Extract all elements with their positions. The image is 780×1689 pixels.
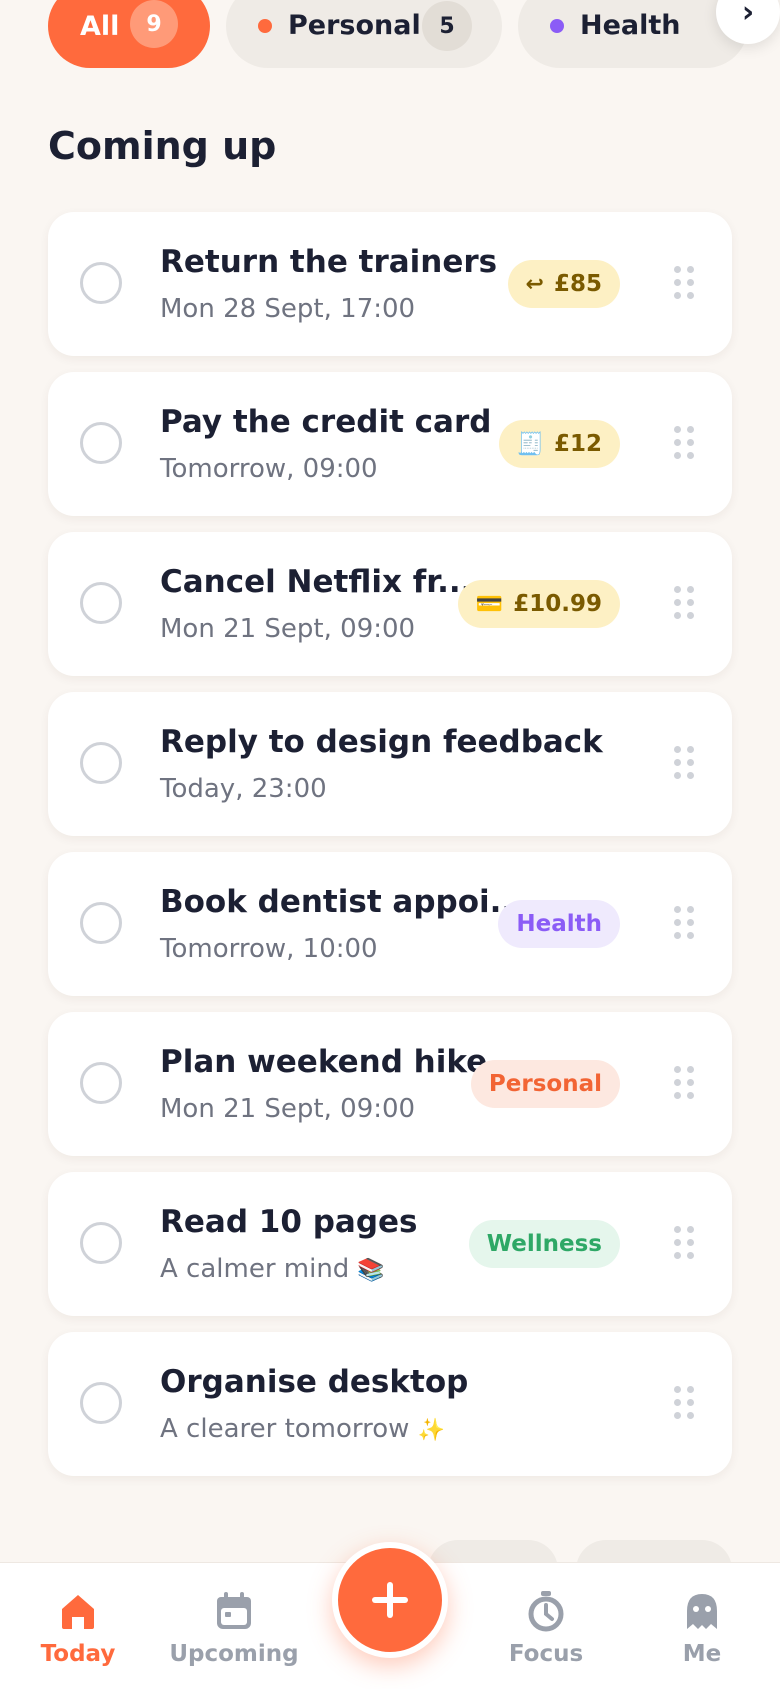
task-subtitle-text: A calmer mind [160,1254,350,1284]
nav-label: Focus [508,1641,584,1667]
amount-badge: 💳 £10.99 [457,580,620,628]
task-subtitle-text: Mon 28 Sept, 17:00 [160,294,416,324]
task-checkbox[interactable] [80,902,122,944]
task-subtitle-text: Mon 21 Sept, 09:00 [160,614,416,644]
task-title: Read 10 pages [160,1204,418,1240]
drag-handle-icon[interactable] [674,586,694,620]
task-card[interactable]: Book dentist appoi... Tomorrow, 10:00 Heal… [48,852,732,996]
filter-label: Health [580,10,681,41]
task-title: Organise desktop [160,1364,469,1400]
credit-card-icon: 💳 [475,591,504,617]
task-subtitle: Today, 23:00 [160,774,327,804]
category-dot [550,19,564,33]
task-title: Cancel Netflix fr... [160,564,473,600]
task-title: Book dentist appoi... [160,884,525,920]
category-badge: Wellness [468,1220,620,1268]
task-card[interactable]: Reply to design feedback Today, 23:00 [48,692,732,836]
task-checkbox[interactable] [80,1382,122,1424]
plus-icon [372,1582,408,1618]
category-badge: Personal [470,1060,620,1108]
filter-count: 9 [130,0,178,48]
ghost-profile-icon [687,1594,717,1629]
subtitle-emoji-icon: 📚 [357,1258,385,1283]
task-subtitle: Mon 28 Sept, 17:00 [160,294,415,324]
add-task-button[interactable] [332,1542,448,1658]
filter-label: All [80,10,120,42]
task-subtitle: Tomorrow, 09:00 [160,454,378,484]
subtitle-emoji-icon: ✨ [417,1418,445,1443]
return-icon: ↩ [525,271,544,297]
task-card[interactable]: Read 10 pages A calmer mind 📚 Wellness [48,1172,732,1316]
task-subtitle-text: Tomorrow, 09:00 [160,454,378,484]
task-checkbox[interactable] [80,1222,122,1264]
task-list: Return the trainers Mon 28 Sept, 17:00 ↩ £8… [48,212,732,1492]
task-subtitle-text: Tomorrow, 10:00 [160,934,378,964]
filter-count: 5 [422,1,472,51]
filter-label: Personal [288,10,421,41]
nav-item-today[interactable]: Today [8,1589,148,1667]
badge-text: Wellness [486,1231,602,1257]
drag-handle-icon[interactable] [674,1226,694,1260]
drag-handle-icon[interactable] [674,1386,694,1420]
task-checkbox[interactable] [80,422,122,464]
amount-badge: 🧾 £12 [498,420,620,468]
receipt-icon: 🧾 [516,431,544,457]
task-subtitle: Mon 21 Sept, 09:00 [160,614,415,644]
nav-item-me[interactable]: Me [632,1589,772,1667]
task-subtitle: A clearer tomorrow ✨ [160,1414,445,1444]
task-card[interactable]: Cancel Netflix fr... Mon 21 Sept, 09:00 💳 £… [48,532,732,676]
task-title: Reply to design feedback [160,724,603,760]
task-card[interactable]: Return the trainers Mon 28 Sept, 17:00 ↩ £8… [48,212,732,356]
filter-chip-all[interactable]: All 9 [48,0,210,68]
nav-item-focus[interactable]: Focus [476,1589,616,1667]
task-checkbox[interactable] [80,742,122,784]
task-subtitle-text: Mon 21 Sept, 09:00 [160,1094,416,1124]
task-checkbox[interactable] [80,262,122,304]
nav-label: Upcoming [169,1641,299,1667]
drag-handle-icon[interactable] [674,906,694,940]
badge-text: £85 [553,271,602,297]
section-title: Coming up [48,124,277,168]
filter-chip-personal[interactable]: Personal 5 [226,0,502,68]
nav-label: Me [682,1641,722,1667]
filter-chips: All 9 Personal 5 Health › [48,0,780,68]
drag-handle-icon[interactable] [674,1066,694,1100]
timer-icon [528,1591,564,1632]
badge-text: Personal [488,1071,602,1097]
badge-text: Health [516,911,602,937]
category-badge: Health [498,900,620,948]
task-title: Return the trainers [160,244,498,280]
home-icon [62,1595,94,1629]
task-card[interactable]: Pay the credit card Tomorrow, 09:00 🧾 £12 [48,372,732,516]
task-card[interactable]: Organise desktop A clearer tomorrow ✨ [48,1332,732,1476]
nav-label: Today [40,1641,116,1667]
filter-chip-health[interactable]: Health [518,0,748,68]
amount-badge: ↩ £85 [507,260,620,308]
badge-text: £12 [553,431,602,457]
task-checkbox[interactable] [80,582,122,624]
task-subtitle-text: Today, 23:00 [160,774,327,804]
task-subtitle: Tomorrow, 10:00 [160,934,378,964]
task-title: Pay the credit card [160,404,492,440]
task-subtitle-text: A clearer tomorrow [160,1414,410,1444]
task-card[interactable]: Plan weekend hike Mon 21 Sept, 09:00 Perso… [48,1012,732,1156]
drag-handle-icon[interactable] [674,746,694,780]
nav-item-upcoming[interactable]: Upcoming [164,1589,304,1667]
task-checkbox[interactable] [80,1062,122,1104]
task-title: Plan weekend hike [160,1044,488,1080]
category-dot [258,19,272,33]
task-subtitle: Mon 21 Sept, 09:00 [160,1094,415,1124]
task-subtitle: A calmer mind 📚 [160,1254,385,1284]
drag-handle-icon[interactable] [674,426,694,460]
calendar-icon [217,1592,251,1629]
badge-text: £10.99 [513,591,602,617]
drag-handle-icon[interactable] [674,266,694,300]
